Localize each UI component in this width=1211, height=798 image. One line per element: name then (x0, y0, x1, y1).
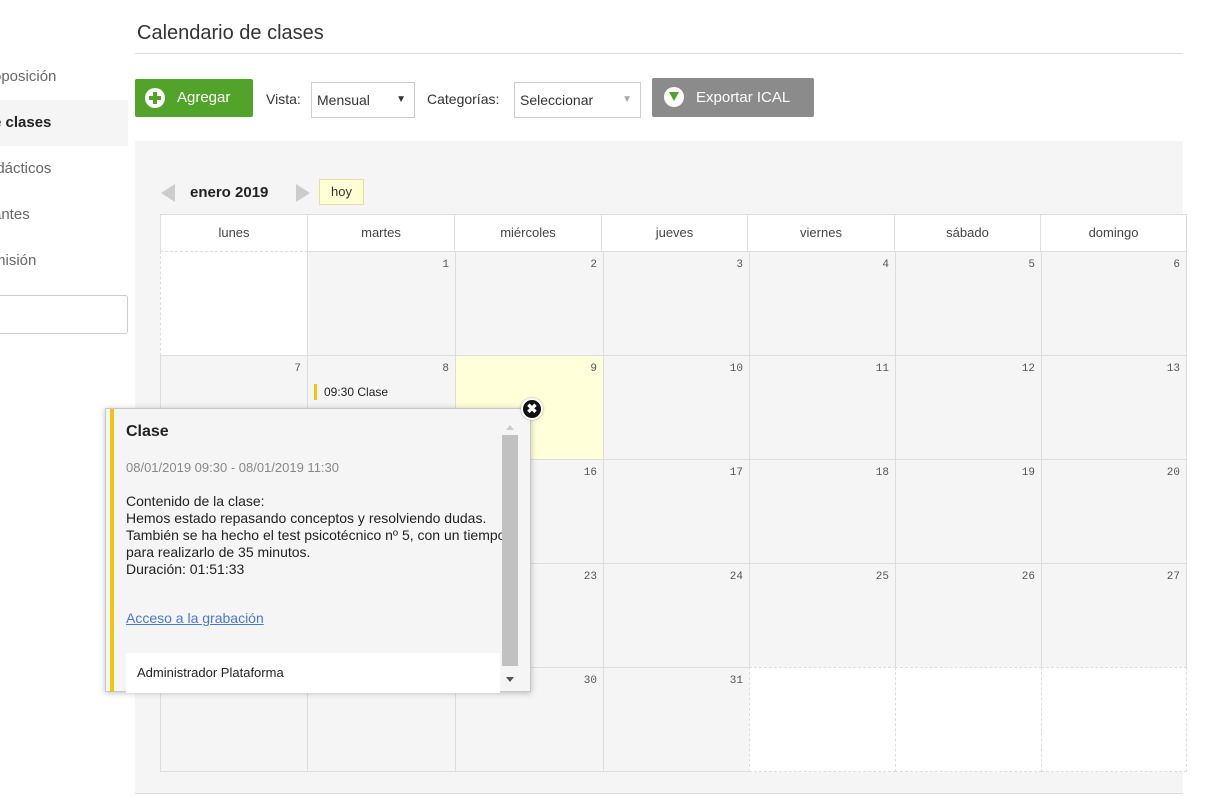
day-cell[interactable]: 4 (749, 251, 896, 356)
export-button-label: Exportar ICAL (696, 89, 791, 106)
sidebar-item-didacticos[interactable]: idácticos (0, 146, 128, 192)
popup-content-heading: Contenido de la clase: (126, 493, 265, 509)
event-popup: Clase 08/01/2019 09:30 - 08/01/2019 11:3… (105, 408, 531, 693)
plus-icon (145, 88, 165, 108)
scroll-down-icon[interactable] (506, 677, 514, 682)
day-cell[interactable]: 13 (1041, 355, 1187, 460)
popup-title: Clase (126, 423, 169, 440)
sidebar-search-input[interactable] (0, 295, 128, 334)
close-icon[interactable]: ✖ (521, 398, 543, 420)
day-cell[interactable]: 18 (749, 459, 896, 564)
day-cell[interactable]: 6 (1041, 251, 1187, 356)
calendar-event[interactable]: 09:30 Clase (314, 384, 388, 400)
day-cell[interactable]: 31 (603, 667, 750, 772)
chevron-down-icon: ▼ (622, 94, 632, 105)
scroll-up-icon[interactable] (506, 425, 514, 430)
day-cell[interactable] (749, 667, 896, 772)
day-cell[interactable]: 1 (307, 251, 456, 356)
chevron-down-icon: ▼ (396, 94, 406, 105)
day-cell[interactable] (895, 667, 1042, 772)
title-divider (135, 53, 1183, 54)
categorias-select-value: Seleccionar (520, 92, 594, 108)
month-label: enero 2019 (190, 184, 269, 201)
weekday-viernes: viernes (748, 215, 895, 251)
add-button-label: Agregar (177, 89, 231, 106)
day-cell[interactable]: 3 (603, 251, 750, 356)
weekday-martes: martes (308, 215, 455, 251)
prev-month-icon[interactable] (161, 184, 175, 202)
sidebar-item-label: e clases (0, 114, 52, 131)
popup-scrollbar[interactable] (502, 425, 518, 689)
day-cell[interactable]: 27 (1041, 563, 1187, 668)
day-cell[interactable]: 10 (603, 355, 750, 460)
popup-content-text: Hemos estado repasando conceptos y resol… (126, 510, 506, 560)
sidebar-item-label: oposición (0, 68, 57, 85)
popup-author: Administrador Plataforma (126, 653, 500, 693)
scroll-thumb[interactable] (502, 435, 518, 666)
weekday-header: lunes martes miércoles jueves viernes sá… (160, 214, 1187, 252)
vista-label: Vista: (266, 91, 301, 107)
sidebar-item-oposicion[interactable]: oposición (0, 54, 128, 100)
sidebar-item-label: misión (0, 252, 37, 269)
next-month-icon[interactable] (296, 184, 310, 202)
sidebar-item-label: antes (0, 206, 30, 223)
sidebar-item-label: idácticos (0, 160, 52, 177)
weekday-lunes: lunes (161, 215, 308, 251)
vista-select-value: Mensual (317, 92, 370, 108)
weekday-domingo: domingo (1088, 225, 1139, 240)
day-cell[interactable]: 12 (895, 355, 1042, 460)
day-cell[interactable]: 11 (749, 355, 896, 460)
day-cell[interactable] (1041, 667, 1187, 772)
page-title: Calendario de clases (137, 22, 324, 44)
today-button[interactable]: hoy (319, 179, 364, 205)
event-accent-bar (110, 409, 114, 692)
day-cell[interactable]: 25 (749, 563, 896, 668)
day-cell[interactable] (160, 251, 308, 356)
day-cell[interactable]: 26 (895, 563, 1042, 668)
recording-link[interactable]: Acceso a la grabación (126, 610, 264, 626)
sidebar-item-calendario[interactable]: e clases (0, 100, 128, 146)
categorias-select[interactable]: Seleccionar ▼ (514, 82, 641, 118)
day-cell[interactable]: 2 (455, 251, 604, 356)
weekday-miercoles: miércoles (455, 215, 602, 251)
panel-divider (135, 793, 1183, 794)
weekday-jueves: jueves (602, 215, 748, 251)
day-cell[interactable]: 5 (895, 251, 1042, 356)
download-icon (664, 87, 684, 107)
add-button[interactable]: Agregar (135, 79, 253, 117)
vista-select[interactable]: Mensual ▼ (311, 82, 415, 118)
sidebar-item-estudiantes[interactable]: antes (0, 192, 128, 238)
day-cell[interactable]: 24 (603, 563, 750, 668)
day-cell[interactable]: 19 (895, 459, 1042, 564)
categorias-label: Categorías: (427, 91, 500, 107)
export-ical-button[interactable]: Exportar ICAL (652, 78, 814, 117)
popup-duration: Duración: 01:51:33 (126, 561, 245, 577)
day-cell[interactable]: 17 (603, 459, 750, 564)
popup-date-range: 08/01/2019 09:30 - 08/01/2019 11:30 (126, 460, 340, 475)
sidebar-item-admision[interactable]: misión (0, 238, 128, 284)
popup-body: Contenido de la clase: Hemos estado repa… (126, 493, 506, 578)
weekday-sabado: sábado (895, 215, 1041, 251)
day-cell[interactable]: 20 (1041, 459, 1187, 564)
